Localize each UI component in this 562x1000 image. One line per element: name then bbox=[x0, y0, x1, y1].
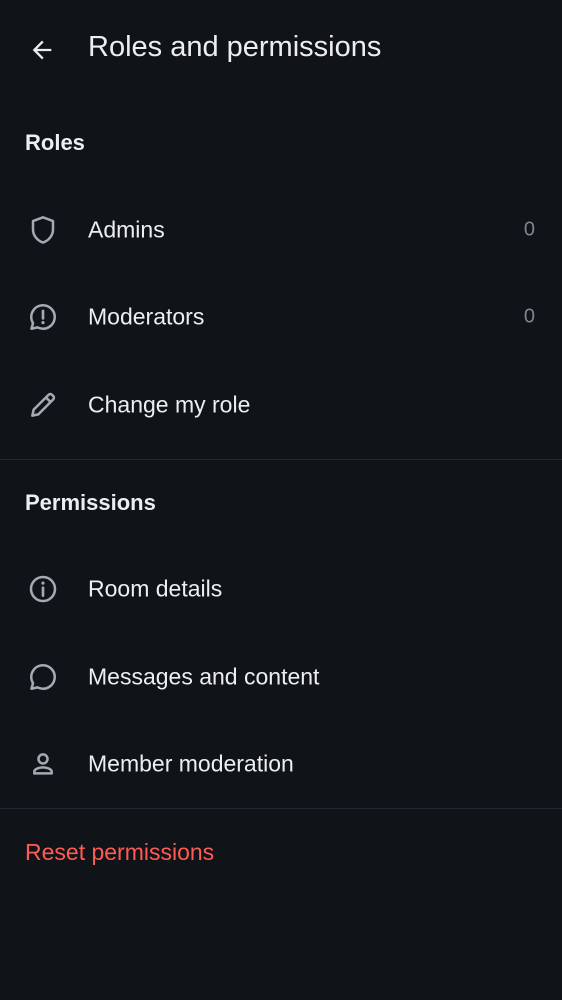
reset-permissions-label: Reset permissions bbox=[25, 839, 215, 865]
list-item-messages-and-content[interactable]: Messages and content bbox=[0, 633, 562, 721]
shield-icon bbox=[25, 212, 61, 248]
list-item-admins[interactable]: Admins 0 bbox=[0, 186, 562, 274]
moderators-count: 0 bbox=[523, 305, 535, 328]
list-item-change-my-role[interactable]: Change my role bbox=[0, 361, 562, 449]
admins-count: 0 bbox=[523, 218, 535, 241]
chat-bubble-icon bbox=[25, 659, 61, 695]
info-icon bbox=[25, 571, 61, 607]
reset-permissions-button[interactable]: Reset permissions bbox=[0, 809, 562, 896]
list-item-label: Change my role bbox=[88, 391, 251, 418]
permissions-section-title: Permissions bbox=[25, 489, 156, 515]
arrow-left-icon bbox=[28, 36, 56, 64]
list-item-label: Member moderation bbox=[88, 750, 294, 777]
list-item-label: Messages and content bbox=[88, 663, 320, 690]
list-item-label: Admins bbox=[88, 216, 165, 243]
pencil-icon bbox=[25, 387, 61, 423]
back-button[interactable] bbox=[18, 26, 66, 74]
list-item-moderators[interactable]: Moderators 0 bbox=[0, 274, 562, 362]
top-app-bar: Roles and permissions bbox=[0, 0, 562, 100]
page-title: Roles and permissions bbox=[88, 31, 382, 63]
list-item-member-moderation[interactable]: Member moderation bbox=[0, 721, 562, 809]
alert-chat-icon bbox=[25, 299, 61, 335]
list-item-room-details[interactable]: Room details bbox=[0, 546, 562, 634]
user-icon bbox=[25, 746, 61, 782]
list-item-label: Room details bbox=[88, 575, 223, 602]
roles-section-title: Roles bbox=[25, 130, 85, 155]
list-item-label: Moderators bbox=[88, 303, 205, 330]
